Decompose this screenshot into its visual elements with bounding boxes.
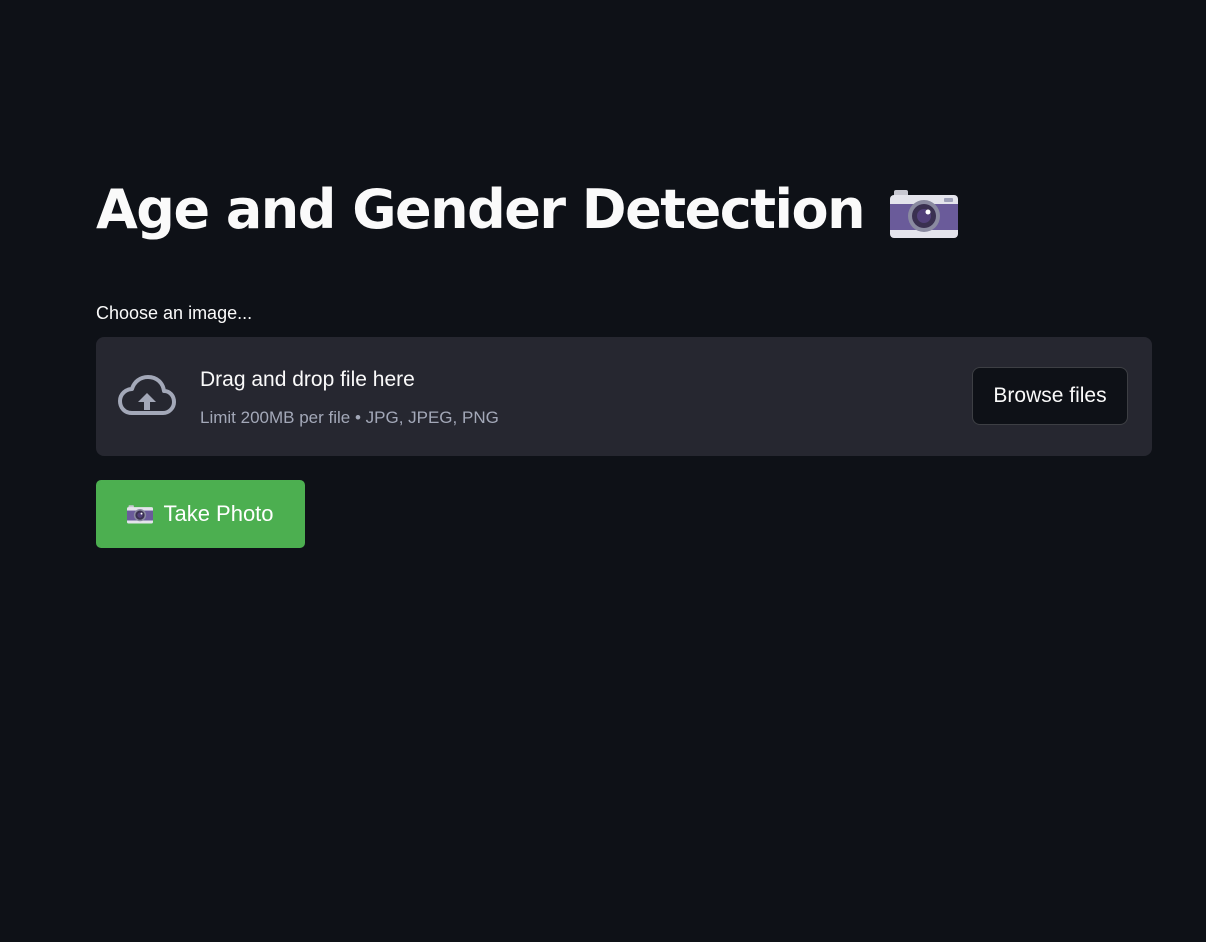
camera-icon xyxy=(890,190,959,238)
uploader-label: Choose an image... xyxy=(96,303,253,323)
camera-icon xyxy=(127,505,154,524)
file-dropzone[interactable]: Drag and drop file here Limit 200MB per … xyxy=(96,337,1152,456)
title-row: Age and Gender Detection xyxy=(96,172,959,248)
dropzone-limit-text: Limit 200MB per file • JPG, JPEG, PNG xyxy=(200,408,499,427)
page-title: Age and Gender Detection xyxy=(96,178,866,241)
cloud-upload-icon xyxy=(118,375,176,415)
take-photo-label: Take Photo xyxy=(163,501,274,526)
browse-files-button[interactable]: Browse files xyxy=(972,367,1128,425)
take-photo-button[interactable]: Take Photo xyxy=(96,480,305,548)
dropzone-title: Drag and drop file here xyxy=(200,368,415,391)
